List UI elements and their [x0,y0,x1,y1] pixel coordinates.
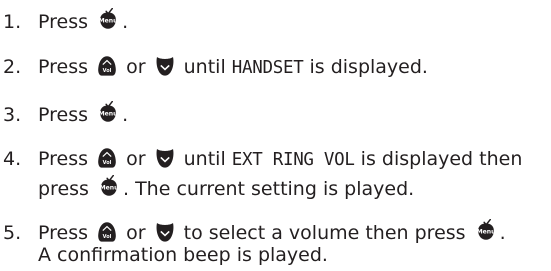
step-number: 5. [3,222,22,244]
step-number: 2. [3,56,22,78]
step-text: to select a volume then press [183,222,466,244]
menu-key-icon [96,8,120,32]
step-text: is displayed. [309,56,428,78]
step-text: or [126,222,146,244]
step-number: 3. [3,104,22,126]
display-text: HANDSET [231,58,304,78]
step-text: Press [38,222,89,244]
step-number: 1. [3,11,22,33]
menu-key-icon [96,101,120,125]
step-text: . [122,104,129,126]
volume-down-key-icon [154,55,176,77]
step-text: . [499,222,506,244]
step-text: until [183,56,226,78]
menu-key-icon [474,219,498,243]
step-number: 4. [3,148,22,170]
step-text: or [126,56,146,78]
step-text: Press [38,11,89,33]
volume-down-key-icon [154,221,176,243]
step-text: Press [38,56,89,78]
step-text: . The current setting is played. [123,178,415,200]
step-text: Press [38,104,89,126]
step-2: 2. Press or until HANDSET is displayed. [3,55,428,79]
step-text: . [122,11,129,33]
step-continuation: press . The current setting is played. [3,175,522,200]
step-text: A confirmation beep is played. [38,244,328,266]
step-4: 4. Press or until EXT RING VOL is display… [3,147,522,200]
volume-up-key-icon [96,221,118,243]
step-text: is displayed then [360,148,523,170]
step-text: until [183,148,226,170]
volume-down-key-icon [154,147,176,169]
step-1: 1. Press . [3,8,128,33]
step-text: press [38,178,89,200]
step-text: Press [38,148,89,170]
step-3: 3. Press . [3,101,128,126]
step-5: 5. Press or to select a volume then press… [3,219,506,266]
volume-up-key-icon [96,55,118,77]
display-text: EXT RING VOL [231,150,355,170]
volume-up-key-icon [96,147,118,169]
menu-key-icon [97,175,121,199]
step-text: or [126,148,146,170]
